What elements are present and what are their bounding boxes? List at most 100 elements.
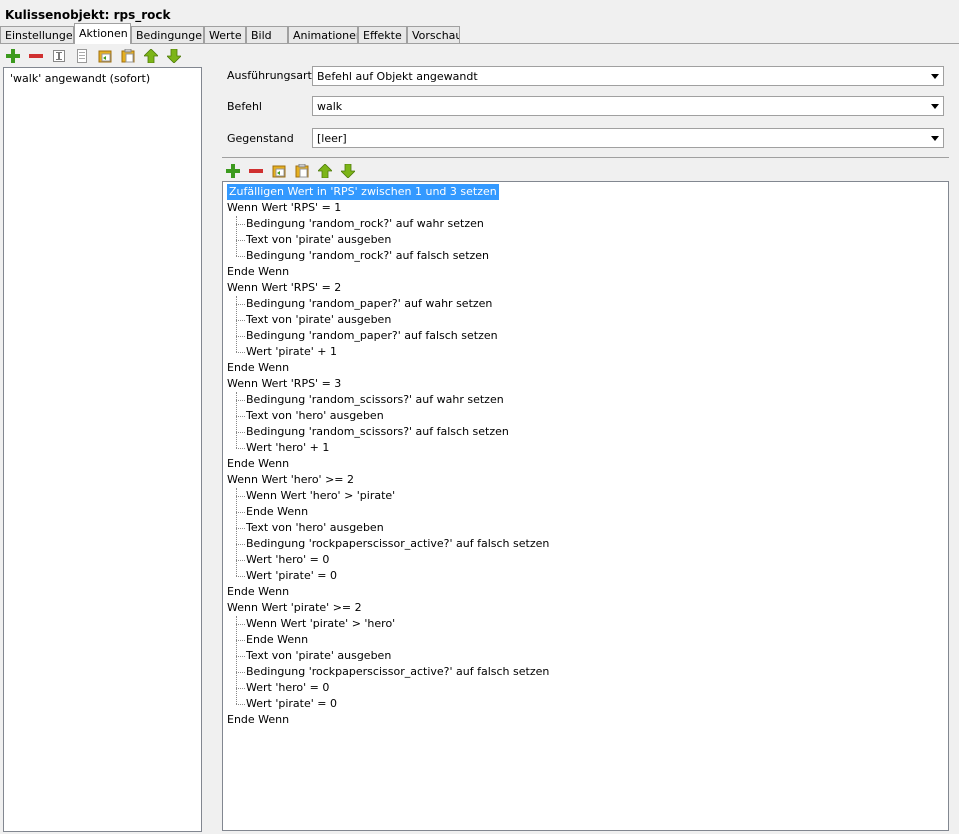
tree-guide [236,216,237,256]
script-line[interactable]: Bedingung 'random_rock?' auf wahr setzen [246,216,484,232]
script-line[interactable]: Wenn Wert 'RPS' = 1 [227,200,341,216]
copy-icon[interactable] [73,47,91,65]
script-line[interactable]: Wenn Wert 'pirate' >= 2 [227,600,362,616]
add-icon[interactable] [4,47,22,65]
tree-connector [236,432,245,433]
script-line[interactable]: Wenn Wert 'RPS' = 3 [227,376,341,392]
tab-vorschau[interactable]: Vorschau [407,26,460,43]
tab-einstellungen[interactable]: Einstellungen [0,26,74,43]
paste-icon[interactable] [293,162,311,180]
tree-connector [236,528,245,529]
tree-connector [236,400,245,401]
tab-animationen[interactable]: Animationen [288,26,358,43]
tree-connector [236,656,245,657]
tree-guide [236,392,237,448]
tree-connector [236,544,245,545]
script-line[interactable]: Wenn Wert 'RPS' = 2 [227,280,341,296]
script-line[interactable]: Wert 'hero' = 0 [246,552,329,568]
chevron-down-icon [931,136,939,141]
tab-werte[interactable]: Werte [204,26,246,43]
script-line[interactable]: Ende Wenn [246,504,308,520]
remove-icon[interactable] [247,162,265,180]
script-tree[interactable]: Zufälligen Wert in 'RPS' zwischen 1 und … [222,181,949,831]
script-line[interactable]: Text von 'hero' ausgeben [246,520,384,536]
script-line[interactable]: Bedingung 'random_paper?' auf wahr setze… [246,296,492,312]
command-value: walk [317,100,343,113]
paste-special-icon[interactable] [119,47,137,65]
paste-icon[interactable] [96,47,114,65]
script-line[interactable]: Bedingung 'rockpaperscissor_active?' auf… [246,664,549,680]
move-down-icon[interactable] [339,162,357,180]
item-value: [leer] [317,132,347,145]
script-line[interactable]: Ende Wenn [246,632,308,648]
copy-icon[interactable] [270,162,288,180]
tree-connector [236,560,245,561]
script-toolbar [224,162,357,180]
tree-connector [236,704,245,705]
script-line[interactable]: Bedingung 'random_paper?' auf falsch set… [246,328,498,344]
chevron-down-icon [931,74,939,79]
tree-connector [236,256,245,257]
script-line[interactable]: Text von 'pirate' ausgeben [246,648,391,664]
divider [222,157,949,158]
tree-guide [236,296,237,352]
script-line[interactable]: Wenn Wert 'pirate' > 'hero' [246,616,395,632]
script-line[interactable]: Ende Wenn [227,712,289,728]
execution-type-label: Ausführungsart [227,69,312,82]
script-line[interactable]: Bedingung 'random_rock?' auf falsch setz… [246,248,489,264]
tab-bild[interactable]: Bild [246,26,288,43]
tree-connector [236,672,245,673]
rename-icon[interactable] [50,47,68,65]
tree-connector [236,512,245,513]
script-line[interactable]: Ende Wenn [227,584,289,600]
tree-connector [236,336,245,337]
script-line[interactable]: Ende Wenn [227,264,289,280]
chevron-down-icon [931,104,939,109]
script-line[interactable]: Text von 'pirate' ausgeben [246,232,391,248]
tab-effekte[interactable]: Effekte [358,26,407,43]
script-line[interactable]: Wert 'hero' = 0 [246,680,329,696]
tree-connector [236,240,245,241]
tab-aktionen[interactable]: Aktionen [74,23,131,44]
tree-connector [236,224,245,225]
script-line[interactable]: Bedingung 'rockpaperscissor_active?' auf… [246,536,549,552]
tree-guide [236,488,237,576]
script-line[interactable]: Wenn Wert 'hero' >= 2 [227,472,354,488]
script-line[interactable]: Wert 'pirate' = 0 [246,696,337,712]
script-line[interactable]: Text von 'pirate' ausgeben [246,312,391,328]
script-line[interactable]: Bedingung 'random_scissors?' auf wahr se… [246,392,504,408]
list-item[interactable]: 'walk' angewandt (sofort) [10,72,150,85]
remove-icon[interactable] [27,47,45,65]
script-line[interactable]: Wenn Wert 'hero' > 'pirate' [246,488,395,504]
move-down-icon[interactable] [165,47,183,65]
script-line[interactable]: Wert 'hero' + 1 [246,440,329,456]
window-title: Kulissenobjekt: rps_rock [5,8,171,22]
tree-connector [236,624,245,625]
tab-divider [0,43,959,44]
item-select[interactable]: [leer] [312,128,944,148]
script-line[interactable]: Wert 'pirate' = 0 [246,568,337,584]
tree-connector [236,320,245,321]
tree-connector [236,416,245,417]
tab-bedingungen[interactable]: Bedingungen [131,26,204,43]
script-line[interactable]: Bedingung 'random_scissors?' auf falsch … [246,424,509,440]
action-list[interactable]: 'walk' angewandt (sofort) [3,67,202,832]
script-line[interactable]: Ende Wenn [227,456,289,472]
tree-connector [236,688,245,689]
script-line[interactable]: Text von 'hero' ausgeben [246,408,384,424]
execution-type-select[interactable]: Befehl auf Objekt angewandt [312,66,944,86]
tree-connector [236,304,245,305]
tree-connector [236,352,245,353]
tree-connector [236,448,245,449]
script-line[interactable]: Wert 'pirate' + 1 [246,344,337,360]
tree-connector [236,640,245,641]
command-label: Befehl [227,100,262,113]
script-line[interactable]: Zufälligen Wert in 'RPS' zwischen 1 und … [227,184,499,200]
add-icon[interactable] [224,162,242,180]
move-up-icon[interactable] [316,162,334,180]
move-up-icon[interactable] [142,47,160,65]
tree-connector [236,576,245,577]
script-line[interactable]: Ende Wenn [227,360,289,376]
command-select[interactable]: walk [312,96,944,116]
execution-type-value: Befehl auf Objekt angewandt [317,70,478,83]
